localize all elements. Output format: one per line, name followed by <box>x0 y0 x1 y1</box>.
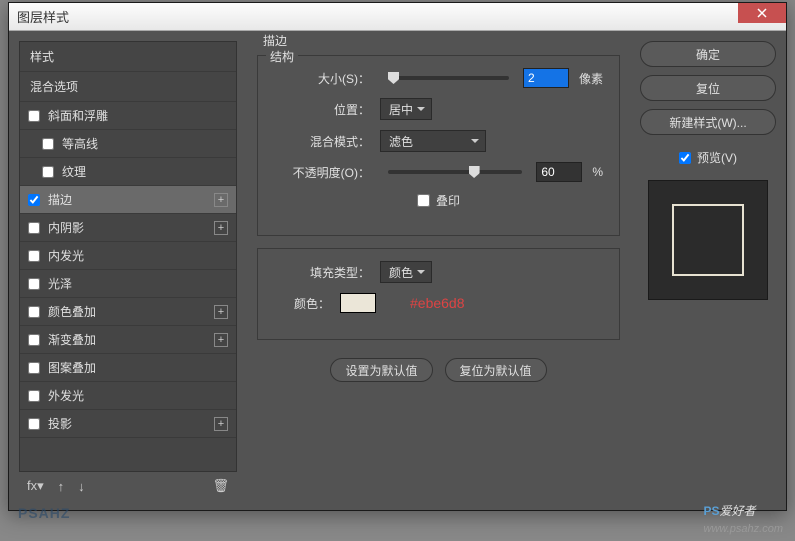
style-checkbox[interactable] <box>42 166 54 178</box>
style-checkbox[interactable] <box>28 418 40 430</box>
opacity-slider[interactable] <box>388 170 522 174</box>
sidebar-toolbar: fx▾ ↑ ↓ 🗑 <box>19 472 237 500</box>
style-item-5[interactable]: 内发光 <box>20 242 236 270</box>
blend-mode-label: 混合模式： <box>274 133 370 150</box>
preview-checkbox[interactable] <box>679 152 691 164</box>
site-watermark: PS爱好者 www.psahz.com <box>704 502 783 535</box>
titlebar[interactable]: 图层样式 <box>9 3 786 31</box>
style-item-3[interactable]: 描边 + <box>20 186 236 214</box>
preview-thumbnail <box>648 180 768 300</box>
move-up-icon[interactable]: ↑ <box>58 479 65 494</box>
style-item-1[interactable]: 等高线 <box>20 130 236 158</box>
fill-type-select[interactable]: 颜色 <box>380 261 432 283</box>
style-label: 描边 <box>48 191 72 208</box>
size-label: 大小(S)： <box>274 70 370 87</box>
fx-menu-icon[interactable]: fx▾ <box>27 478 44 494</box>
trash-icon[interactable]: 🗑 <box>212 478 229 494</box>
fill-group: 填充类型： 颜色 颜色： #ebe6d8 <box>257 248 620 340</box>
style-list: 样式 混合选项 斜面和浮雕等高线纹理描边 + 内阴影 + 内发光光泽颜色叠加 + 渐变叠加 +… <box>19 41 237 472</box>
style-label: 内发光 <box>48 247 84 264</box>
structure-title: 结构 <box>266 48 298 65</box>
new-style-button[interactable]: 新建样式(W)... <box>640 109 776 135</box>
layer-style-dialog: 图层样式 样式 混合选项 斜面和浮雕等高线纹理描边+内阴影+内发光光泽颜色叠加+… <box>8 2 787 511</box>
style-checkbox[interactable] <box>28 306 40 318</box>
style-checkbox[interactable] <box>28 362 40 374</box>
styles-sidebar: 样式 混合选项 斜面和浮雕等高线纹理描边 + 内阴影 + 内发光光泽颜色叠加 + 渐变叠加 +… <box>19 41 237 500</box>
size-slider[interactable] <box>388 76 509 80</box>
logo-watermark: PSAHZ <box>18 505 70 521</box>
preview-label: 预览(V) <box>697 149 737 166</box>
style-checkbox[interactable] <box>28 278 40 290</box>
style-item-9[interactable]: 图案叠加 <box>20 354 236 382</box>
add-effect-button[interactable]: + <box>214 305 228 319</box>
style-checkbox[interactable] <box>42 138 54 150</box>
style-label: 等高线 <box>62 135 98 152</box>
add-effect-button[interactable]: + <box>214 333 228 347</box>
position-label: 位置： <box>274 101 370 118</box>
color-hex: #ebe6d8 <box>410 295 465 311</box>
add-effect-button[interactable]: + <box>214 417 228 431</box>
blending-options[interactable]: 混合选项 <box>20 72 236 102</box>
style-label: 纹理 <box>62 163 86 180</box>
opacity-unit: % <box>592 165 603 179</box>
window-title: 图层样式 <box>17 7 69 26</box>
style-item-10[interactable]: 外发光 <box>20 382 236 410</box>
ok-button[interactable]: 确定 <box>640 41 776 67</box>
close-button[interactable] <box>738 3 786 23</box>
close-icon <box>757 8 767 18</box>
style-item-8[interactable]: 渐变叠加 + <box>20 326 236 354</box>
opacity-input[interactable]: 60 <box>536 162 582 182</box>
style-checkbox[interactable] <box>28 250 40 262</box>
style-label: 外发光 <box>48 387 84 404</box>
styles-header[interactable]: 样式 <box>20 42 236 72</box>
fill-type-label: 填充类型： <box>274 264 370 281</box>
style-label: 颜色叠加 <box>48 303 96 320</box>
overprint-label: 叠印 <box>436 192 460 209</box>
style-label: 光泽 <box>48 275 72 292</box>
style-checkbox[interactable] <box>28 222 40 234</box>
action-panel: 确定 复位 新建样式(W)... 预览(V) <box>640 41 776 500</box>
style-item-11[interactable]: 投影 + <box>20 410 236 438</box>
style-item-7[interactable]: 颜色叠加 + <box>20 298 236 326</box>
size-unit: 像素 <box>579 70 603 87</box>
style-label: 投影 <box>48 415 72 432</box>
group-title: 描边 <box>259 32 291 49</box>
preview-inner <box>672 204 744 276</box>
position-select[interactable]: 居中 <box>380 98 432 120</box>
opacity-label: 不透明度(O)： <box>274 164 370 181</box>
size-input[interactable]: 2 <box>523 68 569 88</box>
style-item-0[interactable]: 斜面和浮雕 <box>20 102 236 130</box>
add-effect-button[interactable]: + <box>214 193 228 207</box>
overprint-checkbox[interactable] <box>417 194 430 207</box>
blend-mode-select[interactable]: 滤色 <box>380 130 486 152</box>
style-item-2[interactable]: 纹理 <box>20 158 236 186</box>
move-down-icon[interactable]: ↓ <box>78 479 85 494</box>
style-label: 图案叠加 <box>48 359 96 376</box>
color-label: 颜色： <box>274 295 330 312</box>
style-checkbox[interactable] <box>28 110 40 122</box>
reset-default-button[interactable]: 复位为默认值 <box>445 358 547 382</box>
structure-group: 结构 大小(S)： 2 像素 位置： 居中 混合模式： 滤色 <box>257 55 620 236</box>
settings-panel: 描边 结构 大小(S)： 2 像素 位置： 居中 混合模式： <box>247 41 630 500</box>
style-label: 内阴影 <box>48 219 84 236</box>
style-item-6[interactable]: 光泽 <box>20 270 236 298</box>
style-label: 斜面和浮雕 <box>48 107 108 124</box>
style-checkbox[interactable] <box>28 334 40 346</box>
style-checkbox[interactable] <box>28 390 40 402</box>
set-default-button[interactable]: 设置为默认值 <box>330 358 432 382</box>
reset-button[interactable]: 复位 <box>640 75 776 101</box>
style-checkbox[interactable] <box>28 194 40 206</box>
stroke-group: 描边 结构 大小(S)： 2 像素 位置： 居中 混合模式： <box>247 41 630 392</box>
style-item-4[interactable]: 内阴影 + <box>20 214 236 242</box>
style-label: 渐变叠加 <box>48 331 96 348</box>
color-swatch[interactable] <box>340 293 376 313</box>
add-effect-button[interactable]: + <box>214 221 228 235</box>
